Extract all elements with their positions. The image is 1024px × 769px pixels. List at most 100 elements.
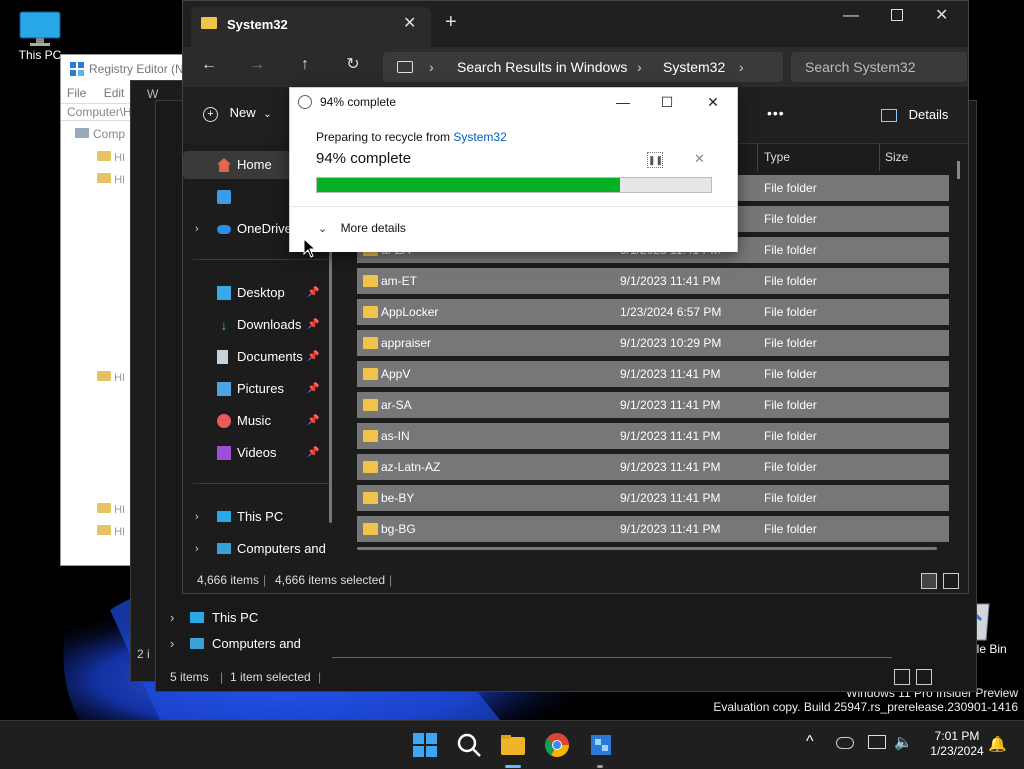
file-name: as-IN bbox=[381, 429, 410, 443]
sidebar-item-videos[interactable]: Videos 📌 bbox=[183, 439, 329, 467]
table-row[interactable]: bg-BG 9/1/2023 11:41 PM File folder bbox=[357, 516, 949, 542]
forward-arrow-icon[interactable]: → bbox=[243, 51, 271, 79]
tree-item[interactable]: HI bbox=[97, 521, 125, 543]
file-date: 9/1/2023 11:41 PM bbox=[620, 398, 721, 412]
sidebar-item-downloads[interactable]: ↓ Downloads 📌 bbox=[183, 311, 329, 339]
file-date: 9/1/2023 10:29 PM bbox=[620, 336, 722, 350]
nav-network[interactable]: › Computers and bbox=[166, 631, 316, 657]
sidebar-item-music[interactable]: Music 📌 bbox=[183, 407, 329, 435]
pin-icon[interactable]: 📌 bbox=[307, 407, 319, 435]
file-name: az-Latn-AZ bbox=[381, 460, 441, 474]
column-size[interactable]: Size bbox=[885, 150, 908, 164]
close-tab-icon[interactable]: ✕ bbox=[403, 13, 416, 33]
file-name: AppLocker bbox=[381, 305, 439, 319]
source-folder-link[interactable]: System32 bbox=[453, 130, 506, 144]
menu-file[interactable]: File bbox=[67, 86, 86, 100]
close-window-icon[interactable]: ✕ bbox=[935, 5, 948, 25]
chevron-up-icon[interactable]: ^ bbox=[806, 733, 814, 751]
pin-icon[interactable]: 📌 bbox=[307, 343, 319, 371]
pin-icon[interactable]: 📌 bbox=[307, 311, 319, 339]
details-view-icon[interactable] bbox=[894, 669, 910, 685]
breadcrumb-search-results[interactable]: Search Results in Windows bbox=[457, 52, 627, 82]
pin-icon[interactable]: 📌 bbox=[307, 439, 319, 467]
tree-item-label: HI bbox=[114, 372, 126, 384]
sidebar-item-label: Desktop bbox=[237, 285, 285, 300]
refresh-icon[interactable]: ↻ bbox=[339, 51, 367, 79]
search-input[interactable]: Search System32 bbox=[791, 52, 967, 82]
tree-item[interactable]: HI bbox=[97, 367, 125, 389]
details-view-icon[interactable] bbox=[921, 573, 937, 589]
pin-icon[interactable]: 📌 bbox=[307, 279, 319, 307]
tiles-view-icon[interactable] bbox=[916, 669, 932, 685]
pause-icon[interactable]: ❚❚ bbox=[647, 152, 663, 168]
onedrive-cloud-icon[interactable] bbox=[836, 737, 854, 749]
sidebar-item-documents[interactable]: Documents 📌 bbox=[183, 343, 329, 371]
file-name: be-BY bbox=[381, 491, 415, 505]
file-type: File folder bbox=[764, 305, 817, 319]
nav-this-pc[interactable]: › This PC bbox=[166, 605, 316, 631]
windows-start-icon[interactable] bbox=[411, 731, 439, 759]
maximize-icon[interactable]: ☐ bbox=[647, 88, 687, 116]
sidebar-item-pictures[interactable]: Pictures 📌 bbox=[183, 375, 329, 403]
network-icon[interactable] bbox=[868, 735, 886, 749]
tree-item[interactable]: HI bbox=[97, 499, 125, 521]
mouse-cursor-icon bbox=[303, 238, 315, 258]
sidebar-item-this-pc[interactable]: › This PC bbox=[183, 503, 329, 531]
folder-icon bbox=[363, 306, 378, 318]
table-row[interactable]: appraiser 9/1/2023 10:29 PM File folder bbox=[357, 330, 949, 356]
more-details-button[interactable]: ⌄ More details bbox=[318, 221, 406, 235]
subtitle-text: Preparing to recycle from bbox=[316, 130, 454, 144]
column-type[interactable]: Type bbox=[764, 150, 790, 164]
tab-system32[interactable]: System32 ✕ bbox=[191, 7, 431, 47]
table-row[interactable]: AppV 9/1/2023 11:41 PM File folder bbox=[357, 361, 949, 387]
volume-muted-icon[interactable]: 🔈 bbox=[894, 733, 913, 751]
table-row[interactable]: ar-SA 9/1/2023 11:41 PM File folder bbox=[357, 392, 949, 418]
folder-icon bbox=[363, 275, 378, 287]
chrome-icon[interactable] bbox=[543, 731, 571, 759]
close-icon[interactable]: ✕ bbox=[693, 88, 733, 116]
more-options-icon[interactable]: ••• bbox=[767, 105, 785, 121]
up-arrow-icon[interactable]: ↑ bbox=[291, 51, 319, 79]
sidebar-item-desktop[interactable]: Desktop 📌 bbox=[183, 279, 329, 307]
tree-item[interactable]: HI bbox=[97, 169, 125, 191]
music-icon bbox=[217, 414, 231, 428]
pictures-icon bbox=[217, 382, 231, 396]
scrollbar[interactable] bbox=[332, 657, 892, 658]
clock[interactable]: 7:01 PM 1/23/2024 bbox=[928, 729, 986, 759]
table-row[interactable]: am-ET 9/1/2023 11:41 PM File folder bbox=[357, 268, 949, 294]
table-row[interactable]: az-Latn-AZ 9/1/2023 11:41 PM File folder bbox=[357, 454, 949, 480]
table-row[interactable]: AppLocker 1/23/2024 6:57 PM File folder bbox=[357, 299, 949, 325]
recycle-progress-dialog[interactable]: 94% complete — ☐ ✕ Preparing to recycle … bbox=[289, 87, 738, 252]
menu-edit[interactable]: Edit bbox=[104, 86, 125, 100]
search-icon[interactable] bbox=[455, 731, 483, 759]
list-scrollbar[interactable] bbox=[957, 161, 960, 179]
pin-icon[interactable]: 📌 bbox=[307, 375, 319, 403]
breadcrumb[interactable]: › Search Results in Windows › System32 › bbox=[383, 52, 783, 82]
minimize-icon[interactable]: — bbox=[603, 88, 643, 116]
status-items: 5 items bbox=[170, 670, 209, 684]
file-date: 9/1/2023 11:41 PM bbox=[620, 522, 721, 536]
new-tab-icon[interactable]: + bbox=[445, 11, 457, 34]
back-arrow-icon[interactable]: ← bbox=[195, 51, 223, 79]
tree-item[interactable]: HI bbox=[97, 147, 125, 169]
tiles-view-icon[interactable] bbox=[943, 573, 959, 589]
app-icon[interactable] bbox=[587, 731, 615, 759]
regedit-icon bbox=[70, 62, 84, 76]
details-button[interactable]: Details bbox=[881, 107, 948, 123]
cancel-icon[interactable]: ✕ bbox=[694, 151, 705, 167]
plus-circle-icon: + bbox=[203, 107, 218, 122]
horizontal-scrollbar[interactable] bbox=[357, 547, 937, 550]
file-explorer-icon[interactable] bbox=[499, 731, 527, 759]
file-date: 9/1/2023 11:41 PM bbox=[620, 274, 721, 288]
notification-bell-icon[interactable]: 🔔 bbox=[988, 735, 1007, 753]
tree-root[interactable]: Comp bbox=[75, 127, 125, 141]
maximize-icon[interactable] bbox=[891, 9, 903, 21]
folder-icon bbox=[363, 430, 378, 442]
minimize-icon[interactable]: — bbox=[843, 7, 859, 25]
sidebar-item-network[interactable]: › Computers and bbox=[183, 535, 329, 563]
table-row[interactable]: be-BY 9/1/2023 11:41 PM File folder bbox=[357, 485, 949, 511]
file-type: File folder bbox=[764, 243, 817, 257]
table-row[interactable]: as-IN 9/1/2023 11:41 PM File folder bbox=[357, 423, 949, 449]
new-button[interactable]: + New ⌄ bbox=[203, 105, 272, 122]
breadcrumb-system32[interactable]: System32 bbox=[663, 52, 725, 82]
